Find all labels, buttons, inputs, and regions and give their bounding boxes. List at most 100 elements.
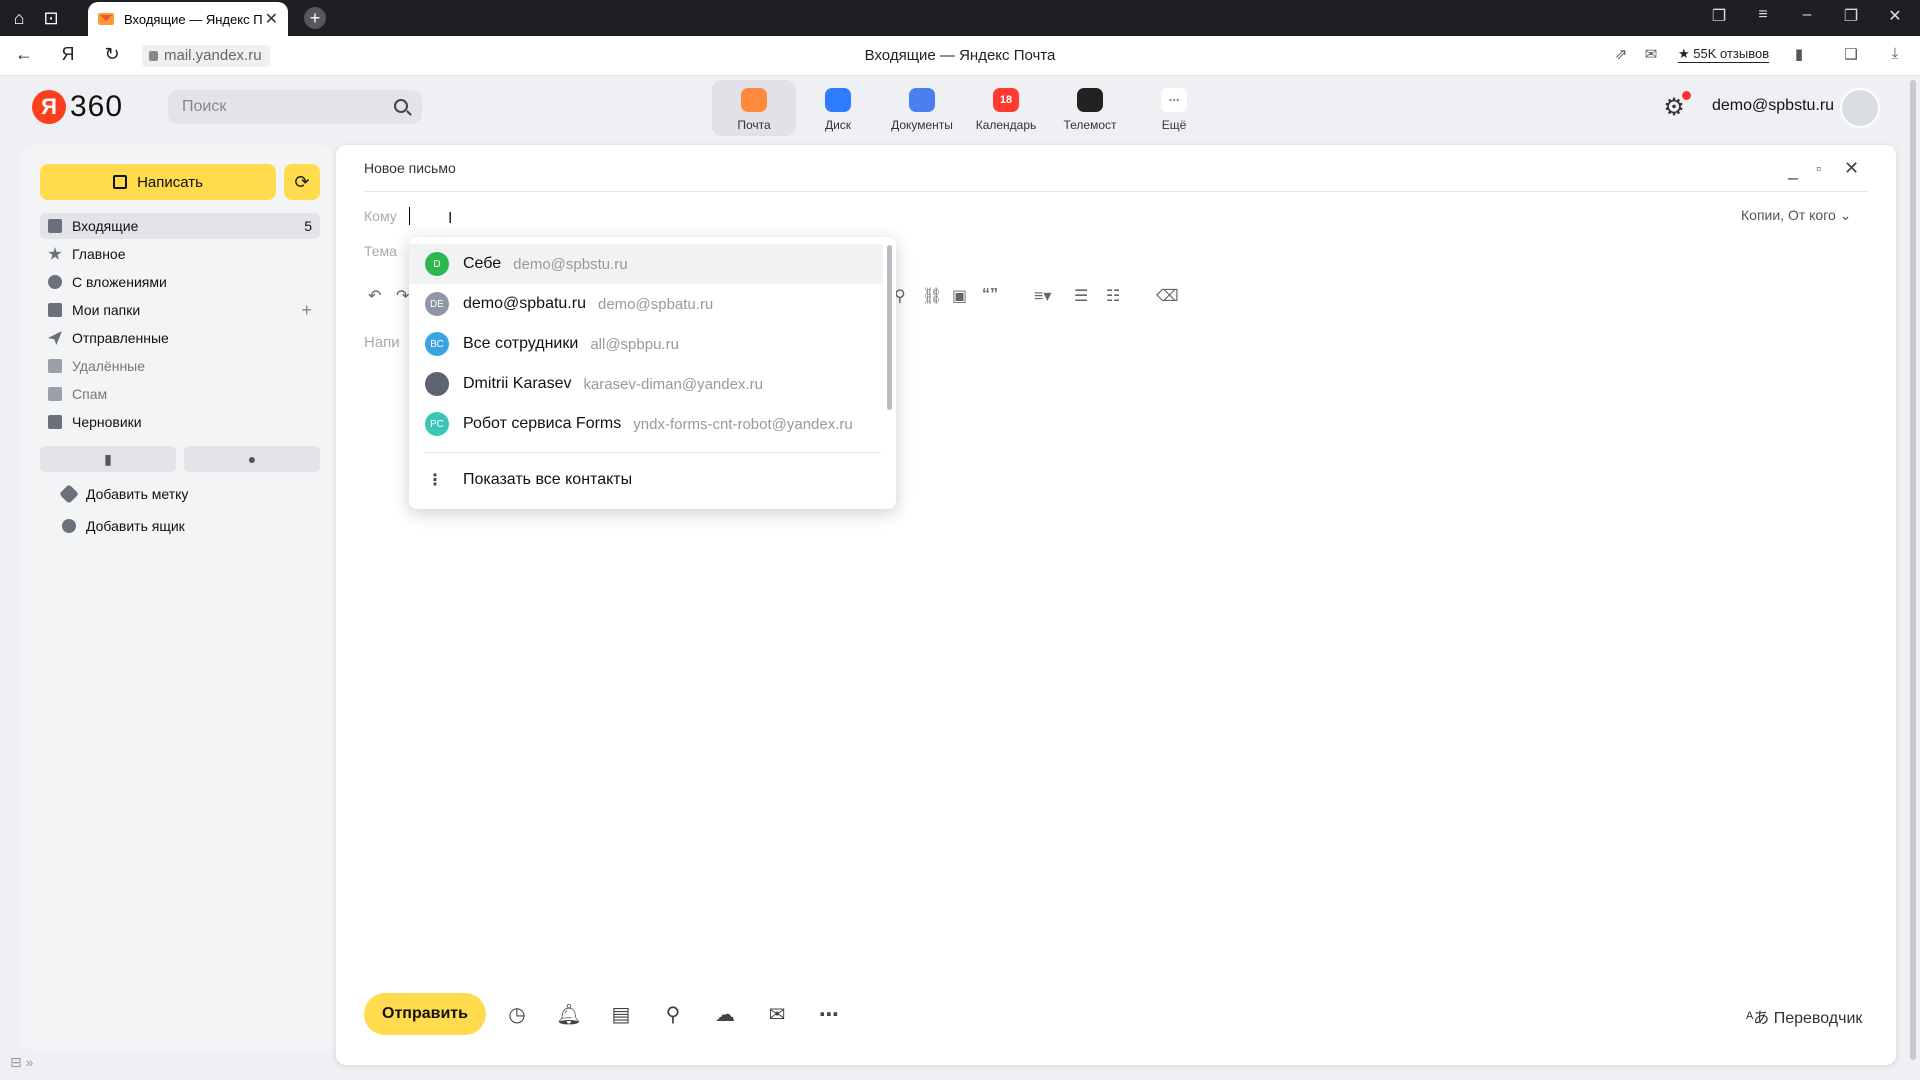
service-disk[interactable]: Диск [796,80,880,136]
translator-button[interactable]: ᴬあ Переводчик [1746,1004,1862,1028]
search-input[interactable]: Поиск [168,90,422,124]
envelope-icon[interactable]: ✉ [764,1002,790,1027]
to-label: Кому [364,208,397,224]
download-icon[interactable]: ⤓ [1884,45,1906,67]
schedule-clock-icon[interactable]: ◷ [504,1002,530,1027]
sidebar-collapse-icon[interactable]: ⊟ » [10,1054,33,1071]
contact-email: demo@spbatu.ru [597,295,714,313]
services-nav: Почта Диск Документы 18 Календарь Телемост ⋯ Ещ… [712,80,1216,136]
close-compose-icon[interactable]: ✕ [1844,158,1859,179]
trash-icon [48,359,62,373]
copies-from-toggle[interactable]: Копии, От кого ⌄ [1741,207,1851,224]
add-label-link[interactable]: Добавить метку [59,484,188,504]
contact-suggestion[interactable]: ВС Все сотрудники all@spbpu.ru [409,324,883,364]
page-scrollbar[interactable] [1910,80,1916,1070]
user-email[interactable]: demo@spbstu.ru [1712,97,1834,115]
at-sign-icon [62,519,76,533]
send-button[interactable]: Отправить [364,993,486,1035]
minimize-window-icon[interactable]: – [1792,6,1822,24]
settings-gear-icon[interactable]: ⚙ [1662,96,1686,120]
sidebar-item-spam[interactable]: Спам [40,381,320,407]
contact-avatar: ВС [425,332,449,356]
sidebar-item-sent[interactable]: Отправленные [40,325,320,351]
dropdown-scrollbar[interactable] [887,245,892,410]
contact-email: all@spbpu.ru [590,335,679,353]
body-placeholder[interactable]: Напи [364,334,400,351]
quote-icon[interactable]: “” [982,286,998,304]
service-label: Телемост [1063,118,1117,132]
contact-name: Все сотрудники [463,335,579,352]
restore-window-icon[interactable]: ❐ [1836,6,1866,26]
to-field-caret[interactable] [409,207,410,225]
extensions-icon[interactable]: ❏ [1840,45,1862,67]
contact-suggestion[interactable]: D Себе demo@spbstu.ru [409,244,883,284]
refresh-button[interactable]: ⟳ [284,164,320,200]
share-icon[interactable]: ⇗ [1610,45,1632,67]
expand-compose-icon[interactable]: ▫ [1816,160,1821,176]
sidebar-item-attachments[interactable]: С вложениями [40,269,320,295]
more-icon: ⋯ [1161,88,1187,112]
page-title: Входящие — Яндекс Почта [864,47,1056,64]
service-more[interactable]: ⋯ Ещё [1132,80,1216,136]
redo-icon[interactable]: ↷ [396,286,409,306]
menu-icon[interactable]: ≡ [1748,6,1778,24]
close-tab-icon[interactable]: ✕ [265,9,278,29]
add-mailbox-link[interactable]: Добавить ящик [62,518,185,534]
bookmark-icon[interactable]: ▮ [1788,45,1810,67]
yandex-360-logo[interactable]: Я 360 [32,90,123,124]
image-icon[interactable]: ▣ [952,286,967,306]
service-label: Ещё [1161,118,1187,132]
add-folder-icon[interactable]: + [301,300,312,321]
undo-icon[interactable]: ↶ [368,286,381,306]
subject-label: Тема [364,243,397,259]
minimize-compose-icon[interactable]: _ [1788,160,1798,181]
bookmark-filter-button[interactable]: ▮ [40,446,176,472]
compose-button[interactable]: Написать [40,164,276,200]
attach-icon[interactable]: ⚲ [660,1002,686,1027]
service-documents[interactable]: Документы [880,80,964,136]
service-calendar[interactable]: 18 Календарь [964,80,1048,136]
more-vertical-icon: ⋮ [427,472,443,489]
numbered-list-icon[interactable]: ☷ [1106,286,1120,306]
new-window-icon[interactable]: ⊡ [38,6,64,30]
contact-name: Dmitrii Karasev [463,375,572,392]
new-tab-button[interactable]: + [304,7,326,29]
reminder-bell-icon[interactable]: 🔔︎ [556,1002,582,1027]
home-icon[interactable]: ⌂ [6,6,32,30]
address-bar: ← Я ↻ mail.yandex.ru Входящие — Яндекс П… [0,36,1920,76]
disk-attach-icon[interactable]: ☁ [712,1002,738,1027]
contact-suggestion[interactable]: РС Робот сервиса Forms yndx-forms-cnt-robo… [409,404,883,444]
close-window-icon[interactable]: ✕ [1880,6,1910,26]
clear-format-icon[interactable]: ⌫ [1156,286,1179,306]
translate-icon: ᴬあ [1746,1010,1774,1027]
collections-icon[interactable]: ❐ [1704,6,1734,26]
reviews-link[interactable]: ★ 55K отзывов [1678,46,1770,63]
unlink-icon[interactable]: ⛓ [922,286,942,306]
contact-suggestion[interactable]: Dmitrii Karasev karasev-diman@yandex.ru [409,364,883,404]
sidebar-item-important[interactable]: Главное [40,241,320,267]
align-icon[interactable]: ≡▾ [1034,286,1051,306]
send-plane-icon [48,331,62,345]
drafts-icon [48,415,62,429]
template-icon[interactable]: ▤ [608,1002,634,1027]
contact-avatar: D [425,252,449,276]
avatar[interactable] [1840,88,1880,128]
service-mail[interactable]: Почта [712,80,796,136]
contact-email: karasev-diman@yandex.ru [583,375,763,393]
search-icon[interactable] [394,99,408,113]
sidebar-item-inbox[interactable]: Входящие 5 [40,213,320,239]
sidebar-item-drafts[interactable]: Черновики [40,409,320,435]
more-options-icon[interactable]: ⋯ [816,1002,842,1027]
browser-tab[interactable]: Входящие — Яндекс П ✕ [88,2,288,36]
contact-suggestion[interactable]: DE demo@spbatu.ru demo@spbatu.ru [409,284,883,324]
contact-name: Себе [463,255,502,272]
service-telemost[interactable]: Телемост [1048,80,1132,136]
notification-dot [1682,91,1691,100]
sidebar-item-deleted[interactable]: Удалённые [40,353,320,379]
unread-filter-button[interactable]: ● [184,446,320,472]
show-all-contacts[interactable]: ⋮ Показать все контакты [425,470,632,490]
sidebar-item-my-folders[interactable]: Мои папки + [40,297,320,323]
contact-email: yndx-forms-cnt-robot@yandex.ru [633,415,853,433]
mail-protect-icon[interactable]: ✉ [1640,45,1662,67]
bullet-list-icon[interactable]: ☰ [1074,286,1088,306]
